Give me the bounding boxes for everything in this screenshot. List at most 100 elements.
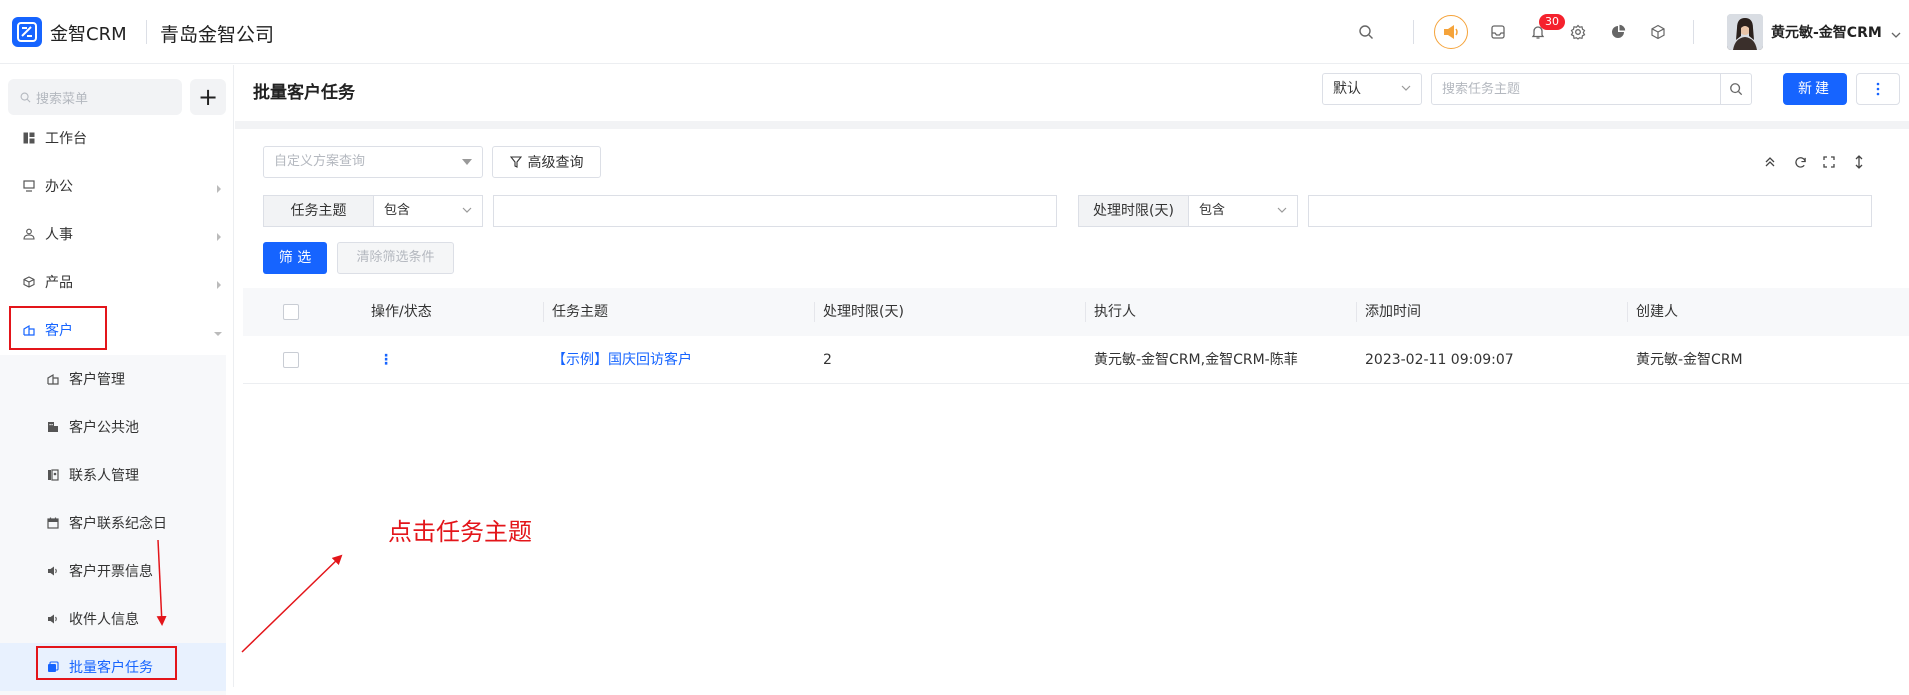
filter-label-deadline: 处理时限(天) [1078,195,1188,227]
column-divider [1356,302,1357,322]
search-icon [20,92,31,102]
sidebar-subitem-label: 客户联系纪念日 [69,516,167,532]
scheme-placeholder: 自定义方案查询 [274,154,366,169]
more-options-button[interactable] [1856,73,1900,105]
filter-operator-value: 包含 [1199,203,1226,218]
filter-value-deadline[interactable] [1308,195,1872,227]
cube-icon [22,275,36,289]
menu-search-input[interactable]: 搜索菜单 [8,79,182,115]
new-task-button[interactable]: 新建 [1783,73,1847,105]
global-search-icon[interactable] [1354,20,1378,44]
clear-filter-button[interactable]: 清除筛选条件 [337,242,454,274]
sidebar-subitem-anniversary[interactable]: 客户联系纪念日 [0,499,226,547]
chevron-down-icon [214,325,222,341]
speaker-icon [46,564,60,578]
cube-icon[interactable] [1646,20,1670,44]
speaker-icon [46,612,60,626]
fullscreen-icon[interactable] [1820,153,1838,171]
task-deadline-days: 2 [823,352,832,368]
column-header-deadline: 处理时限(天) [823,304,904,320]
chevron-down-icon [1401,85,1411,91]
row-height-icon[interactable] [1850,153,1868,171]
task-search-input[interactable] [1431,73,1721,105]
filter-icon [509,156,522,168]
customer-submenu: 客户管理 客户公共池 联系人管理 客户联系纪念日 客户开票信息 收件人信息 批量… [0,355,226,695]
people-icon [22,227,36,241]
sidebar-item-workbench[interactable]: 工作台 [0,114,234,162]
announcement-megaphone-icon[interactable] [1434,15,1468,49]
sidebar-item-customer[interactable]: 客户 [0,306,234,354]
task-added-time: 2023-02-11 09:09:07 [1365,352,1514,368]
collapse-up-icon[interactable] [1761,153,1779,171]
user-avatar[interactable] [1727,14,1763,50]
sidebar-item-label: 工作台 [45,131,87,147]
column-divider [814,302,815,322]
sidebar-item-label: 产品 [45,275,73,291]
filter-label-subject: 任务主题 [263,195,373,227]
sidebar-item-office[interactable]: 办公 [0,162,234,210]
chevron-right-icon [216,229,222,245]
divider [146,20,147,44]
divider [1693,20,1694,44]
sidebar-subitem-recipient-info[interactable]: 收件人信息 [0,595,226,643]
sidebar-item-hr[interactable]: 人事 [0,210,234,258]
column-header-added-time: 添加时间 [1365,304,1421,320]
annotation-instruction: 点击任务主题 [388,518,532,546]
filter-operator-subject[interactable]: 包含 [373,195,483,227]
sidebar-subitem-batch-customer-task[interactable]: 批量客户任务 [0,643,226,691]
task-creator: 黄元敏-金智CRM [1636,352,1743,368]
row-checkbox[interactable] [283,352,299,368]
column-divider [1085,302,1086,322]
refresh-icon[interactable] [1791,153,1809,171]
notification-badge: 30 [1539,14,1565,30]
column-header-subject: 任务主题 [552,304,608,320]
add-menu-button[interactable]: + [190,79,226,115]
calendar-icon [46,516,60,530]
page-title: 批量客户任务 [253,83,355,103]
task-subject-link[interactable]: 【示例】国庆回访客户 [552,336,692,384]
user-name[interactable]: 黄元敏-金智CRM [1771,22,1882,42]
filter-operator-value: 包含 [384,203,411,218]
sidebar-item-label: 人事 [45,227,73,243]
settings-gear-icon[interactable] [1566,20,1590,44]
sidebar-subitem-label: 客户管理 [69,372,125,388]
customer-icon [22,323,36,337]
chevron-down-icon [462,207,472,213]
contacts-icon [46,468,60,482]
pie-chart-icon[interactable] [1606,20,1630,44]
select-all-checkbox[interactable] [283,304,299,320]
app-logo[interactable] [12,17,42,47]
sidebar-item-product[interactable]: 产品 [0,258,234,306]
view-select-value: 默认 [1333,81,1361,97]
sidebar-subitem-customer-management[interactable]: 客户管理 [0,355,226,403]
sidebar-subitem-label: 收件人信息 [69,612,139,628]
app-name: 金智CRM [50,24,127,45]
column-header-action: 操作/状态 [371,304,432,320]
dashboard-icon [22,131,36,145]
row-action-menu[interactable]: ⋮ [379,336,393,384]
sidebar-subitem-label: 客户开票信息 [69,564,153,580]
filter-operator-deadline[interactable]: 包含 [1188,195,1298,227]
column-header-creator: 创建人 [1636,304,1678,320]
sidebar-subitem-contacts[interactable]: 联系人管理 [0,451,226,499]
sidebar-subitem-customer-pool[interactable]: 客户公共池 [0,403,226,451]
column-divider [1627,302,1628,322]
more-vertical-icon [1876,82,1880,96]
sidebar-subitem-label: 客户公共池 [69,420,139,436]
filter-button[interactable]: 筛 选 [263,242,327,274]
sidebar-subitem-invoice-info[interactable]: 客户开票信息 [0,547,226,595]
caret-down-icon [462,159,472,165]
table-row: ⋮ 【示例】国庆回访客户 2 黄元敏-金智CRM,金智CRM-陈菲 2023-0… [243,336,1909,384]
custom-scheme-select[interactable]: 自定义方案查询 [263,146,483,178]
filter-value-subject[interactable] [493,195,1057,227]
inbox-icon[interactable] [1486,20,1510,44]
chevron-down-icon[interactable] [1891,26,1901,42]
sidebar-item-label: 客户 [45,323,73,339]
sidebar: 搜索菜单 + 工作台 办公 人事 产品 客户 客户管理 客户公共池 联系人管理 … [0,65,234,695]
view-select[interactable]: 默认 [1322,73,1422,105]
advanced-query-button[interactable]: 高级查询 [492,146,601,178]
search-button[interactable] [1720,73,1752,105]
menu-search-placeholder: 搜索菜单 [36,91,89,107]
company-name: 青岛金智公司 [160,24,275,46]
table-header: 操作/状态 任务主题 处理时限(天) 执行人 添加时间 创建人 [243,288,1909,336]
